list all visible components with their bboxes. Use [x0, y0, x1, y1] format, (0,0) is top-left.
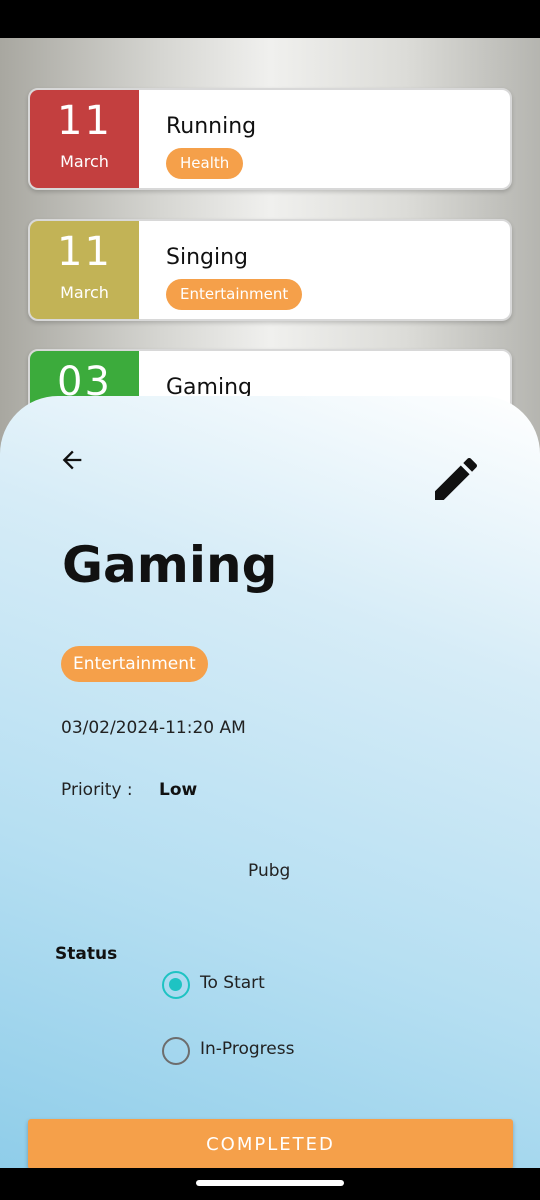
task-category-tag: Entertainment	[166, 279, 303, 310]
task-list-screen: 11 March Running Health 11 March Singing…	[0, 38, 540, 1168]
task-month: March	[60, 152, 109, 171]
task-detail-title: Gaming	[62, 536, 278, 594]
radio-checked-icon[interactable]	[162, 971, 190, 999]
task-title: Running	[166, 114, 257, 139]
task-datetime: 03/02/2024-11:20 AM	[61, 718, 246, 738]
priority-value: Low	[159, 780, 198, 800]
status-label: Status	[55, 944, 118, 964]
task-category-tag: Health	[166, 148, 244, 179]
navigation-bar	[0, 1168, 540, 1200]
task-day: 11	[57, 229, 112, 275]
task-detail-category-tag: Entertainment	[61, 646, 208, 682]
status-option-label: To Start	[200, 973, 265, 993]
task-card[interactable]: 11 March Running Health	[28, 88, 512, 190]
task-day: 11	[57, 98, 112, 144]
status-bar	[0, 0, 540, 38]
completed-button[interactable]: COMPLETED	[28, 1119, 513, 1168]
task-card[interactable]: 11 March Singing Entertainment	[28, 219, 512, 321]
task-detail-sheet: Gaming Entertainment 03/02/2024-11:20 AM…	[0, 396, 540, 1168]
task-date-block: 11 March	[30, 221, 139, 319]
task-month: March	[60, 283, 109, 302]
radio-unchecked-icon[interactable]	[162, 1037, 190, 1065]
home-indicator[interactable]	[196, 1180, 344, 1186]
arrow-left-icon[interactable]	[58, 446, 86, 474]
task-date-block: 11 March	[30, 90, 139, 188]
priority-label: Priority :	[61, 780, 133, 800]
pencil-icon[interactable]	[428, 451, 484, 507]
task-title: Singing	[166, 245, 249, 270]
task-description: Pubg	[248, 861, 291, 881]
status-option-label: In-Progress	[200, 1039, 295, 1059]
